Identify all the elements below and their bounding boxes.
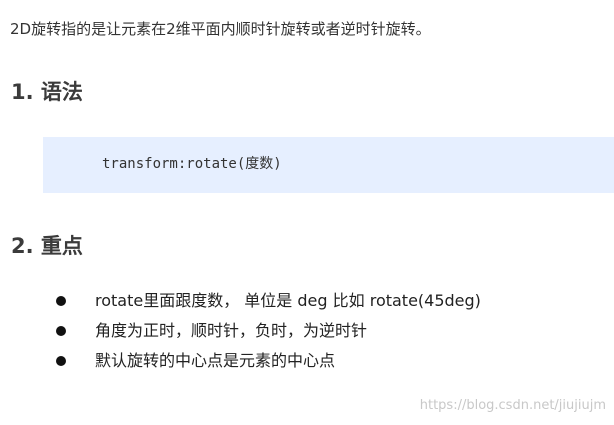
section-heading-syntax: 1. 语法 bbox=[11, 80, 83, 104]
bullet-dot-icon bbox=[56, 296, 66, 306]
list-item-text: 角度为正时，顺时针，负时，为逆时针 bbox=[95, 321, 368, 340]
bullet-dot-icon bbox=[56, 326, 66, 336]
list-item-text: rotate里面跟度数， 单位是 deg 比如 rotate(45deg) bbox=[95, 291, 481, 310]
intro-paragraph: 2D旋转指的是让元素在2维平面内顺时针旋转或者逆时针旋转。 bbox=[10, 20, 431, 38]
code-text: transform:rotate(度数) bbox=[102, 156, 282, 172]
list-item: rotate里面跟度数， 单位是 deg 比如 rotate(45deg) bbox=[0, 288, 614, 314]
list-item-text: 默认旋转的中心点是元素的中心点 bbox=[95, 351, 336, 370]
list-item: 角度为正时，顺时针，负时，为逆时针 bbox=[0, 318, 614, 344]
watermark: https://blog.csdn.net/jiujiujm bbox=[419, 398, 606, 413]
list-item: 默认旋转的中心点是元素的中心点 bbox=[0, 348, 614, 374]
bullet-dot-icon bbox=[56, 356, 66, 366]
section-heading-key-points: 2. 重点 bbox=[11, 234, 83, 258]
code-block: transform:rotate(度数) bbox=[43, 137, 614, 193]
